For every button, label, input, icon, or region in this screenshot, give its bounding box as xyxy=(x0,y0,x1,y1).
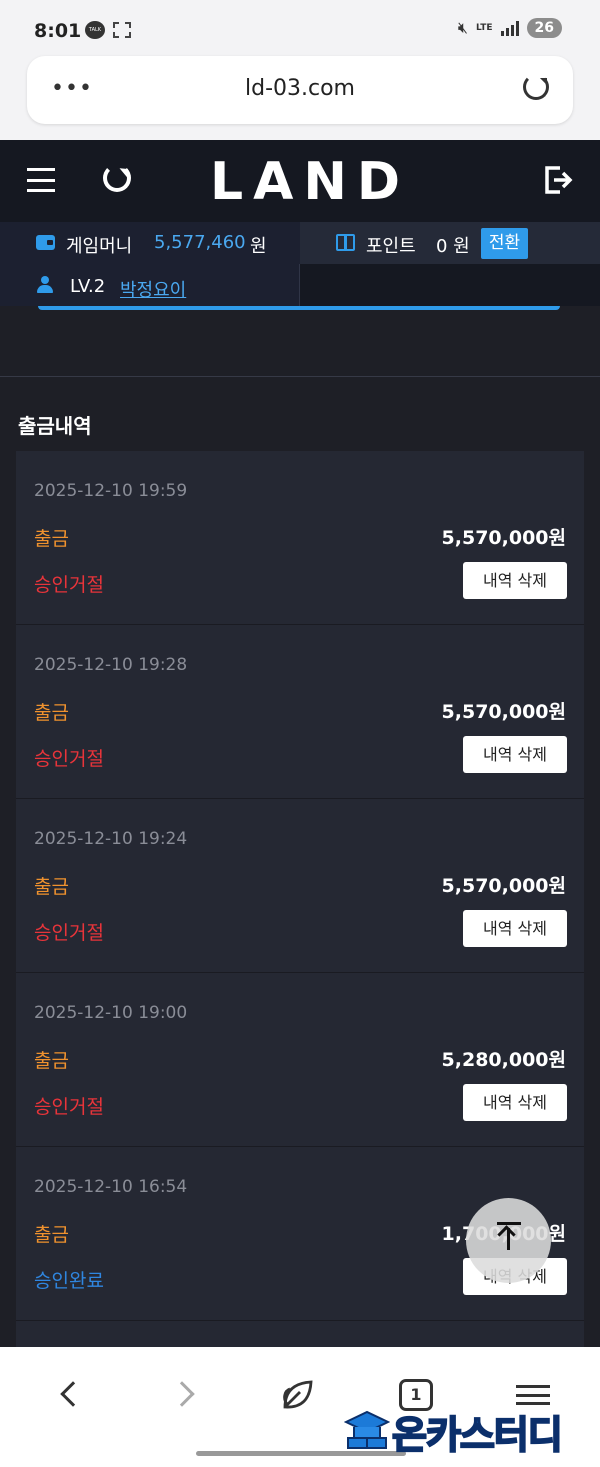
address-bar[interactable]: ••• ld-03.com xyxy=(27,56,573,124)
game-money-unit: 원 xyxy=(250,236,267,257)
info-bar-filler xyxy=(300,264,600,306)
withdrawal-history-title: 출금내역 xyxy=(18,414,92,438)
item-amount: 5,570,000원 xyxy=(441,701,566,723)
battery-level: 26 xyxy=(526,18,562,38)
screenshot-icon xyxy=(113,22,131,38)
game-money: 게임머니 5,577,460 원 xyxy=(0,222,300,264)
tab-button-edge[interactable] xyxy=(38,306,560,310)
list-item: 2025-12-10 19:59 출금 5,570,000원 승인거절 내역 삭… xyxy=(16,451,584,625)
status-badge: 승인거절 xyxy=(34,748,104,770)
network-type: LTE xyxy=(475,23,493,33)
status-badge: 승인거절 xyxy=(34,1096,104,1118)
status-time: 8:01 xyxy=(34,20,82,42)
back-icon[interactable] xyxy=(60,1381,86,1407)
main-content: 출금내역 2025-12-10 19:59 출금 5,570,000원 승인거절… xyxy=(0,306,600,1361)
list-item: 2025-12-10 19:28 출금 5,570,000원 승인거절 내역 삭… xyxy=(16,625,584,799)
arrow-up-icon xyxy=(497,1222,521,1225)
site-header: LAND xyxy=(0,140,600,222)
menu-icon[interactable] xyxy=(27,168,55,192)
item-date: 2025-12-10 19:24 xyxy=(34,829,188,849)
delete-history-button[interactable]: 내역 삭제 xyxy=(463,562,567,599)
status-badge: 승인거절 xyxy=(34,574,104,596)
delete-history-button[interactable]: 내역 삭제 xyxy=(463,736,567,773)
forward-icon[interactable] xyxy=(169,1381,195,1407)
logout-icon[interactable] xyxy=(543,165,573,195)
status-badge: 승인완료 xyxy=(34,1270,104,1292)
home-icon[interactable] xyxy=(280,1377,316,1413)
item-amount: 5,570,000원 xyxy=(441,875,566,897)
status-indicators: 🔇︎ LTE 26 xyxy=(458,18,562,38)
item-type: 출금 xyxy=(34,528,69,550)
status-badge: 승인거절 xyxy=(34,922,104,944)
browser-toolbar: ••• ld-03.com xyxy=(0,56,600,140)
item-amount: 5,280,000원 xyxy=(441,1049,566,1071)
mute-icon: 🔇︎ xyxy=(457,18,468,37)
item-date: 2025-12-10 19:28 xyxy=(34,655,188,675)
item-date: 2025-12-10 19:59 xyxy=(34,481,188,501)
game-money-value: 5,577,460 xyxy=(154,232,246,253)
signal-icon xyxy=(500,20,519,36)
points: 포인트 0 원 전환 xyxy=(300,222,600,264)
item-type: 출금 xyxy=(34,1224,69,1246)
site-logo[interactable]: LAND xyxy=(210,152,400,212)
list-item: 2025-12-10 19:24 출금 5,570,000원 승인거절 내역 삭… xyxy=(16,799,584,973)
list-item: 2025-12-10 19:00 출금 5,280,000원 승인거절 내역 삭… xyxy=(16,973,584,1147)
item-type: 출금 xyxy=(34,702,69,724)
delete-history-button[interactable]: 내역 삭제 xyxy=(463,1084,567,1121)
status-bar: 8:01 TALK 🔇︎ LTE 26 xyxy=(0,0,600,60)
item-type: 출금 xyxy=(34,1050,69,1072)
delete-history-button[interactable]: 내역 삭제 xyxy=(463,910,567,947)
convert-points-button[interactable]: 전환 xyxy=(481,228,528,259)
points-label: 포인트 xyxy=(366,236,416,257)
item-date: 2025-12-10 19:00 xyxy=(34,1003,188,1023)
reload-icon[interactable] xyxy=(523,74,549,100)
level-text: LV.2 xyxy=(70,276,106,297)
game-money-label: 게임머니 xyxy=(66,236,133,257)
watermark-text: 온카스터디 xyxy=(391,1412,564,1458)
item-date: 2025-12-10 16:54 xyxy=(34,1177,188,1197)
scroll-to-top-button[interactable] xyxy=(466,1198,551,1283)
divider xyxy=(0,376,600,377)
user-icon xyxy=(37,276,53,294)
graduation-cap-icon xyxy=(344,1410,390,1449)
url-text[interactable]: ld-03.com xyxy=(27,76,573,101)
nickname-link[interactable]: 박정요이 xyxy=(120,276,186,302)
account-info-bar: 게임머니 5,577,460 원 포인트 0 원 전환 LV.2 박정요이 xyxy=(0,222,600,306)
kakaotalk-icon: TALK xyxy=(85,21,105,39)
refresh-icon[interactable] xyxy=(103,164,131,192)
points-value: 0 원 xyxy=(436,236,470,257)
item-type: 출금 xyxy=(34,876,69,898)
user-level: LV.2 박정요이 xyxy=(0,264,300,306)
watermark: 온카스터디 xyxy=(340,1400,595,1458)
gift-icon xyxy=(336,234,355,251)
wallet-icon xyxy=(36,235,55,250)
item-amount: 5,570,000원 xyxy=(441,527,566,549)
